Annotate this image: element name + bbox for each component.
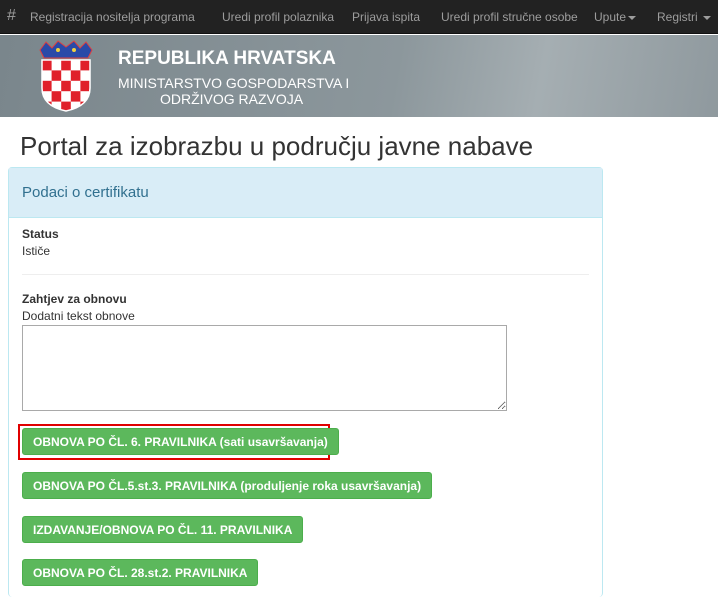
checker-square (42, 101, 52, 111)
nav-upute-dropdown[interactable]: Upute (594, 10, 637, 24)
certificate-panel: Podaci o certifikatu Status Ističe Zahtj… (8, 167, 603, 597)
banner-title: REPUBLIKA HRVATSKA (118, 48, 336, 69)
nav-uredi-profil-strucne-osobe[interactable]: Uredi profil stručne osobe (441, 10, 578, 24)
request-label: Zahtjev za obnovu (22, 292, 127, 306)
status-value: Ističe (22, 244, 51, 258)
nav-registri-dropdown[interactable]: Registri (657, 10, 712, 24)
nav-prijava-ispita[interactable]: Prijava ispita (352, 10, 420, 24)
checker-square (70, 70, 81, 81)
croatian-coat-of-arms-logo (39, 40, 93, 112)
upute-label: Upute (594, 10, 627, 24)
status-label: Status (22, 227, 59, 241)
checker-square (51, 70, 62, 81)
divider (22, 274, 589, 275)
checker-square (42, 80, 52, 92)
brand-link[interactable]: # (7, 7, 16, 25)
banner-subtitle-1: MINISTARSTVO GOSPODARSTVA I (118, 75, 350, 91)
nav-uredi-profil-polaznika[interactable]: Uredi profil polaznika (222, 10, 334, 24)
caret-down-icon (628, 15, 637, 20)
renewal-cl28-button[interactable]: OBNOVA PO ČL. 28.st.2. PRAVILNIKA (22, 559, 259, 586)
header-banner: REPUBLIKA HRVATSKA MINISTARSTVO GOSPODAR… (0, 35, 718, 117)
top-navbar: # Registracija nositelja programa Uredi … (0, 0, 718, 34)
checker-square (80, 101, 90, 111)
checker-square (80, 80, 90, 92)
checker-square (42, 60, 52, 71)
renewal-text-input[interactable] (22, 325, 507, 411)
registri-label: Registri (657, 10, 698, 24)
panel-heading: Podaci o certifikatu (9, 168, 602, 218)
checker-square (80, 60, 90, 71)
checker-square (61, 80, 71, 92)
renewal-cl6-button[interactable]: OBNOVA PO ČL. 6. PRAVILNIKA (sati usavrš… (22, 428, 339, 455)
page-title: Portal za izobrazbu u području javne nab… (20, 131, 534, 161)
checker-square (51, 91, 62, 102)
checker-square (61, 60, 71, 71)
nav-registracija[interactable]: Registracija nositelja programa (30, 10, 195, 24)
textarea-label: Dodatni tekst obnove (22, 309, 135, 323)
issue-renewal-cl11-button[interactable]: IZDAVANJE/OBNOVA PO ČL. 11. PRAVILNIKA (22, 516, 304, 543)
banner-subtitle-2: ODRŽIVOG RAZVOJA (160, 91, 304, 107)
caret-down-icon (703, 15, 712, 20)
renewal-cl5-button[interactable]: OBNOVA PO ČL.5.st.3. PRAVILNIKA (produlj… (22, 472, 433, 499)
checker-square (70, 91, 81, 102)
